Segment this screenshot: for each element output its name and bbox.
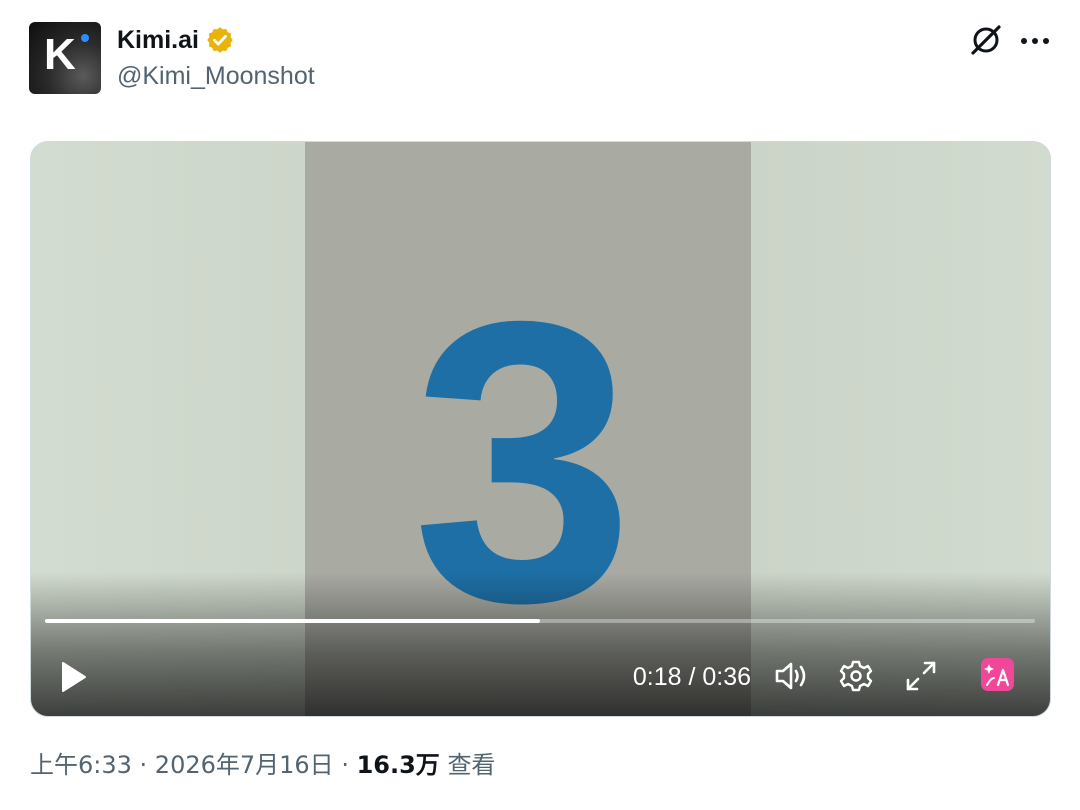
gear-icon[interactable]	[836, 658, 876, 694]
time-readout: 0:18 / 0:36	[632, 663, 751, 691]
views-label: 查看	[447, 751, 496, 779]
translate-glyph-icon	[984, 664, 1010, 687]
post-date[interactable]: 2026年7月16日	[155, 751, 334, 779]
progress-bar-fill	[45, 619, 540, 623]
controls-overlay	[31, 572, 1050, 716]
views-count: 16.3万	[356, 751, 440, 779]
verified-badge-icon	[207, 27, 233, 53]
tweet-meta: 上午6:33 · 2026年7月16日 · 16.3万 查看	[30, 748, 495, 782]
video-player[interactable]: 3 0:18 / 0:36	[30, 141, 1051, 717]
translate-icon[interactable]	[981, 658, 1014, 691]
volume-icon[interactable]	[772, 658, 812, 694]
author-handle[interactable]: @Kimi_Moonshot	[117, 60, 315, 92]
meta-separator: ·	[131, 751, 155, 779]
meta-separator: ·	[333, 751, 357, 779]
grok-slash-icon[interactable]	[966, 20, 1006, 60]
progress-bar[interactable]	[45, 619, 1035, 623]
author-avatar[interactable]: K	[29, 22, 101, 94]
avatar-dot	[81, 34, 89, 42]
author-name-row[interactable]: Kimi.ai	[117, 24, 235, 56]
author-display-name[interactable]: Kimi.ai	[117, 24, 199, 56]
more-horizontal-icon[interactable]	[1018, 24, 1052, 58]
avatar-letter: K	[44, 30, 76, 79]
expand-icon[interactable]	[901, 658, 941, 694]
play-icon[interactable]	[57, 659, 89, 695]
post-time[interactable]: 上午6:33	[30, 751, 132, 779]
